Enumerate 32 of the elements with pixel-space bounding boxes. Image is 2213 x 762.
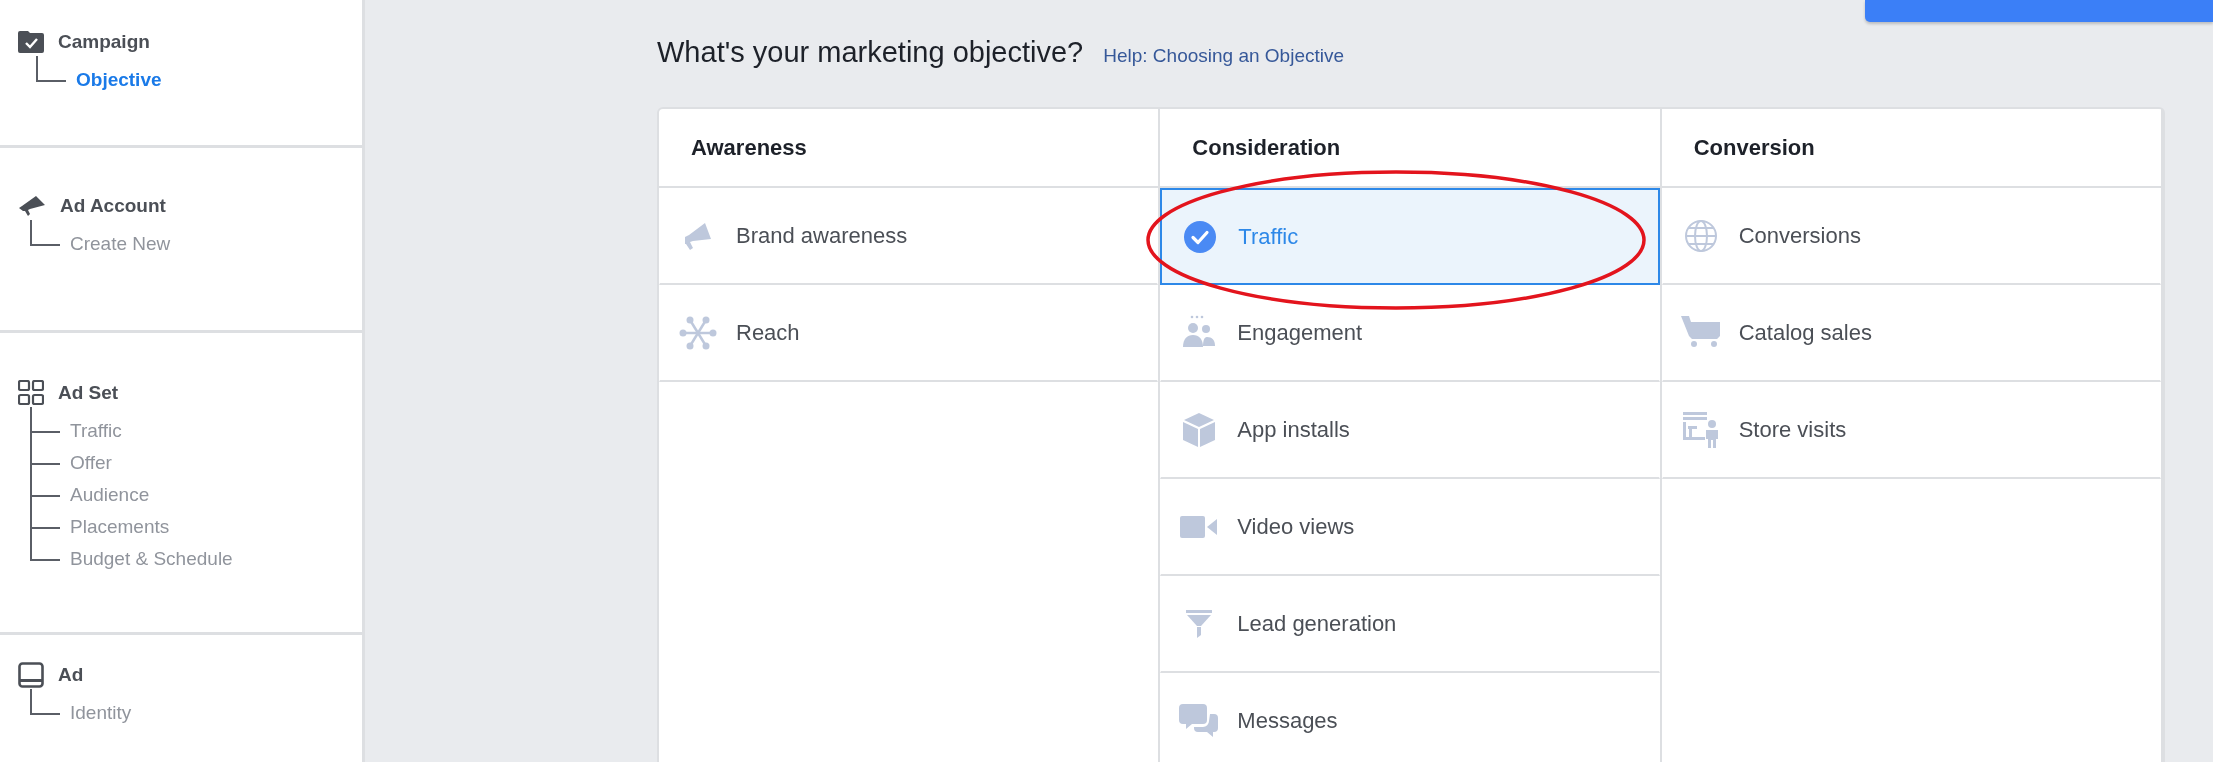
objective-option[interactable]: App installs	[1160, 382, 1660, 479]
section-heading[interactable]: Ad Account	[60, 195, 166, 217]
step-link[interactable]: Objective	[76, 69, 162, 91]
help-link[interactable]: Help: Choosing an Objective	[1103, 45, 1345, 67]
funnel-icon	[1185, 609, 1214, 639]
objective-option[interactable]: Messages	[1160, 673, 1660, 762]
objective-option[interactable]: Reach	[659, 285, 1159, 382]
cube-icon	[1182, 412, 1217, 448]
store-icon	[1681, 412, 1720, 448]
section-heading[interactable]: Ad Set	[58, 382, 119, 404]
shopping-cart-icon	[1680, 316, 1721, 350]
network-icon	[679, 314, 717, 352]
objective-option[interactable]: Catalog sales	[1661, 285, 2161, 382]
folder-check-icon	[18, 31, 44, 53]
objective-option[interactable]: Video views	[1160, 479, 1660, 576]
objective-option[interactable]: Brand awareness	[659, 188, 1159, 285]
check-circle-icon	[1184, 220, 1217, 253]
objective-option[interactable]: Store visits	[1661, 382, 2161, 479]
objective-option[interactable]: Lead generation	[1160, 576, 1660, 673]
page-title: What's your marketing objective?	[657, 36, 1084, 69]
section-heading[interactable]: Campaign	[58, 31, 150, 53]
tablet-icon	[18, 662, 44, 688]
objective-option[interactable]: Conversions	[1661, 188, 2161, 285]
action-button[interactable]	[1865, 0, 2213, 22]
globe-icon	[1683, 219, 1718, 253]
video-camera-icon	[1180, 515, 1219, 539]
section-heading[interactable]: Ad	[58, 664, 84, 686]
grid-icon	[18, 380, 44, 406]
column-heading: Awareness	[659, 109, 1159, 188]
chat-bubbles-icon	[1179, 703, 1220, 739]
objective-option[interactable]: Engagement	[1160, 285, 1660, 382]
column-heading: Conversion	[1661, 109, 2161, 188]
